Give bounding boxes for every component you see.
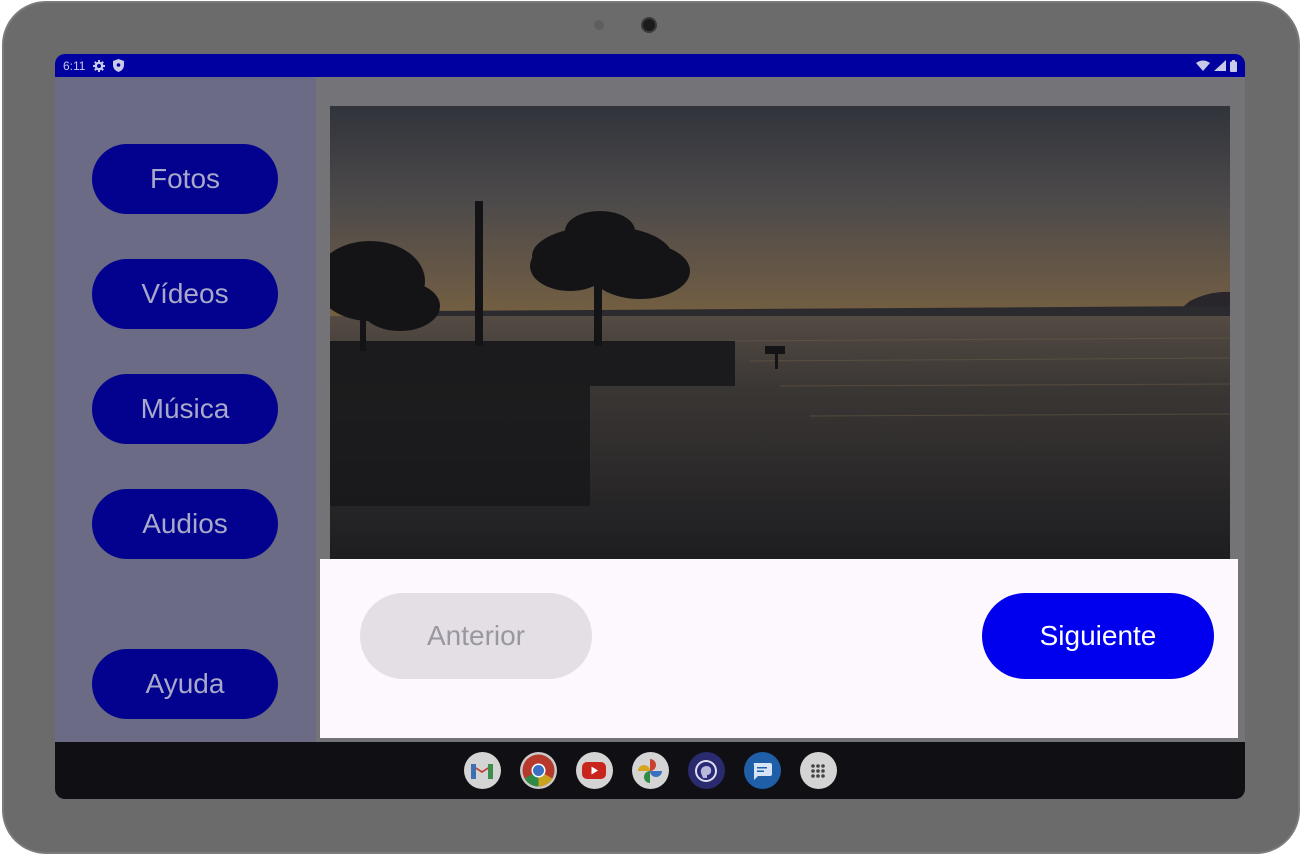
- fotos-button[interactable]: Fotos: [92, 144, 278, 214]
- app-drawer-icon[interactable]: [799, 752, 837, 789]
- status-time: 6:11: [63, 58, 86, 73]
- taskbar: [55, 742, 1245, 799]
- wifi-icon: [1196, 60, 1210, 71]
- camera-icon: [641, 17, 657, 33]
- battery-icon: [1230, 59, 1237, 72]
- anterior-button[interactable]: Anterior: [360, 593, 592, 679]
- tablet-screen: 6:11 Fotos Vídeos Música Audios Ayuda An…: [55, 54, 1245, 799]
- main-content: Anterior Siguiente: [316, 77, 1245, 742]
- gear-icon: [93, 59, 106, 72]
- status-bar: 6:11: [55, 54, 1245, 77]
- siguiente-button[interactable]: Siguiente: [982, 593, 1214, 679]
- sensor-dot: [594, 20, 604, 30]
- audios-button[interactable]: Audios: [92, 489, 278, 559]
- brain-app-icon[interactable]: [687, 752, 725, 789]
- videos-button[interactable]: Vídeos: [92, 259, 278, 329]
- shield-icon: [113, 59, 125, 72]
- ayuda-button[interactable]: Ayuda: [92, 649, 278, 719]
- navigation-panel: Anterior Siguiente: [320, 559, 1238, 738]
- messages-icon[interactable]: [743, 752, 781, 789]
- sunset-lake-photo: [330, 106, 1230, 559]
- musica-button[interactable]: Música: [92, 374, 278, 444]
- chrome-icon[interactable]: [519, 752, 557, 789]
- photos-icon[interactable]: [631, 752, 669, 789]
- sidebar: Fotos Vídeos Música Audios Ayuda: [55, 77, 316, 742]
- gmail-icon[interactable]: [463, 752, 501, 789]
- youtube-icon[interactable]: [575, 752, 613, 789]
- cell-signal-icon: [1214, 60, 1226, 71]
